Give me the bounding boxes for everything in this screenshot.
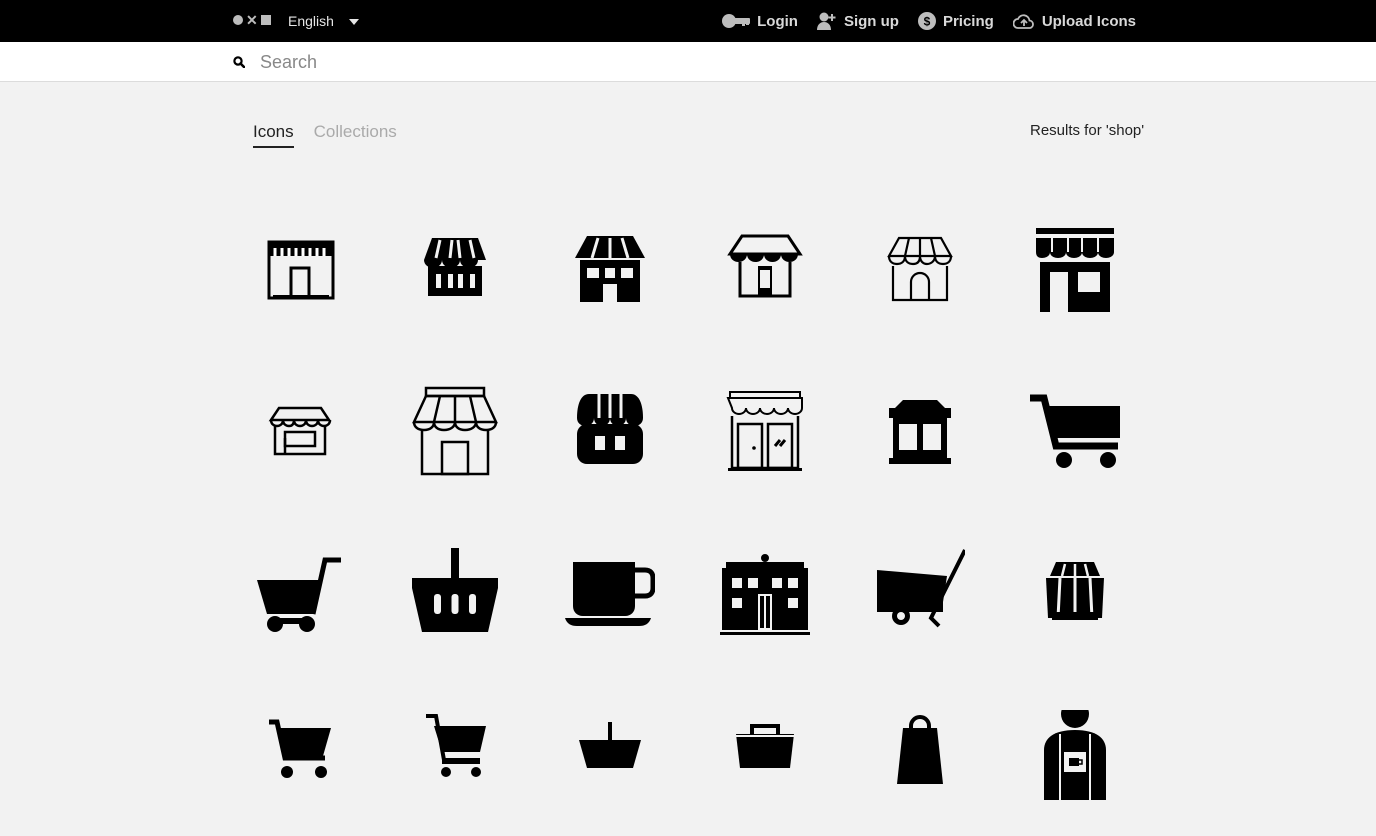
logo[interactable]: ✕: [233, 12, 271, 28]
market-stall-icon: [423, 238, 486, 296]
icon-result[interactable]: [997, 674, 1152, 836]
add-user-icon: [816, 12, 836, 30]
building-store-icon: [719, 554, 810, 635]
icon-result[interactable]: [997, 512, 1152, 674]
signup-link[interactable]: Sign up: [816, 12, 899, 30]
shop-window-icon: [574, 236, 645, 302]
icon-result[interactable]: [997, 188, 1152, 350]
pricing-link[interactable]: $ Pricing: [917, 12, 994, 30]
shopping-bag-icon: [896, 715, 943, 784]
icon-result[interactable]: [842, 188, 997, 350]
language-selector[interactable]: English: [288, 13, 359, 29]
icon-result[interactable]: [687, 512, 842, 674]
top-nav: Login Sign up $ Pricing Upload Icons: [722, 12, 1136, 30]
icon-result[interactable]: [687, 188, 842, 350]
basket-small-icon: [578, 722, 641, 768]
icon-result[interactable]: [842, 350, 997, 512]
store-outline-icon: [886, 236, 953, 302]
search-icon: [233, 56, 245, 68]
login-label: Login: [757, 12, 798, 30]
icon-result[interactable]: [842, 512, 997, 674]
kiosk-icon: [888, 400, 951, 464]
store-awning-icon: [576, 394, 643, 464]
dollar-icon: $: [917, 12, 936, 30]
logo-circle-icon: [233, 15, 243, 25]
top-bar: ✕ English Login Sign up $ Pricing Upload…: [0, 0, 1376, 42]
logo-x-icon: ✕: [246, 12, 258, 28]
small-shop-icon: [268, 406, 331, 456]
icon-result[interactable]: [377, 512, 532, 674]
icon-result[interactable]: [222, 188, 377, 350]
icon-result[interactable]: [222, 512, 377, 674]
login-link[interactable]: Login: [722, 12, 798, 30]
caret-down-icon: [348, 19, 359, 25]
icon-grid: [222, 188, 1152, 836]
results-heading: Results for 'shop': [1030, 122, 1145, 139]
search-bar: [0, 42, 1376, 82]
tab-icons[interactable]: Icons: [253, 122, 294, 148]
result-tabs: Icons Collections: [253, 122, 397, 148]
svg-text:$: $: [924, 15, 931, 29]
logo-square-icon: [260, 15, 271, 25]
shopkeeper-icon: [1043, 710, 1106, 800]
upload-icons-label: Upload Icons: [1041, 12, 1136, 30]
trolley-icon: [256, 557, 341, 632]
icon-result[interactable]: [532, 674, 687, 836]
tab-collections[interactable]: Collections: [314, 122, 397, 148]
icon-result[interactable]: [222, 674, 377, 836]
coffee-cup-icon: [564, 562, 655, 626]
icon-result[interactable]: [377, 350, 532, 512]
icon-result[interactable]: [377, 674, 532, 836]
icon-result[interactable]: [842, 674, 997, 836]
icon-result[interactable]: [532, 350, 687, 512]
icon-result[interactable]: [532, 512, 687, 674]
basket-icon: [411, 548, 498, 632]
search-input[interactable]: [252, 48, 1168, 76]
language-label: English: [288, 13, 334, 29]
pricing-label: Pricing: [942, 12, 994, 30]
signup-label: Sign up: [843, 12, 899, 30]
key-icon: [722, 14, 751, 28]
trailer-cart-icon: [876, 549, 965, 628]
shopping-cart-icon: [1029, 394, 1120, 468]
icon-result[interactable]: [687, 350, 842, 512]
storefront-outline-icon: [267, 240, 334, 300]
icon-result[interactable]: [532, 188, 687, 350]
icon-result[interactable]: [997, 350, 1152, 512]
icon-result[interactable]: [687, 674, 842, 836]
shop-doors-icon: [726, 391, 803, 471]
cloud-upload-icon: [1012, 14, 1034, 29]
icon-result[interactable]: [377, 188, 532, 350]
store-icon: [1035, 228, 1114, 312]
icon-result[interactable]: [222, 350, 377, 512]
shop-awning-icon: [726, 234, 803, 298]
shop-front-icon: [411, 386, 498, 476]
cart-icon: [268, 719, 331, 778]
bag-tote-icon: [735, 724, 794, 768]
upload-icons-link[interactable]: Upload Icons: [1012, 12, 1136, 30]
cart-alt-icon: [425, 714, 486, 777]
market-stall-small-icon: [1045, 562, 1104, 620]
